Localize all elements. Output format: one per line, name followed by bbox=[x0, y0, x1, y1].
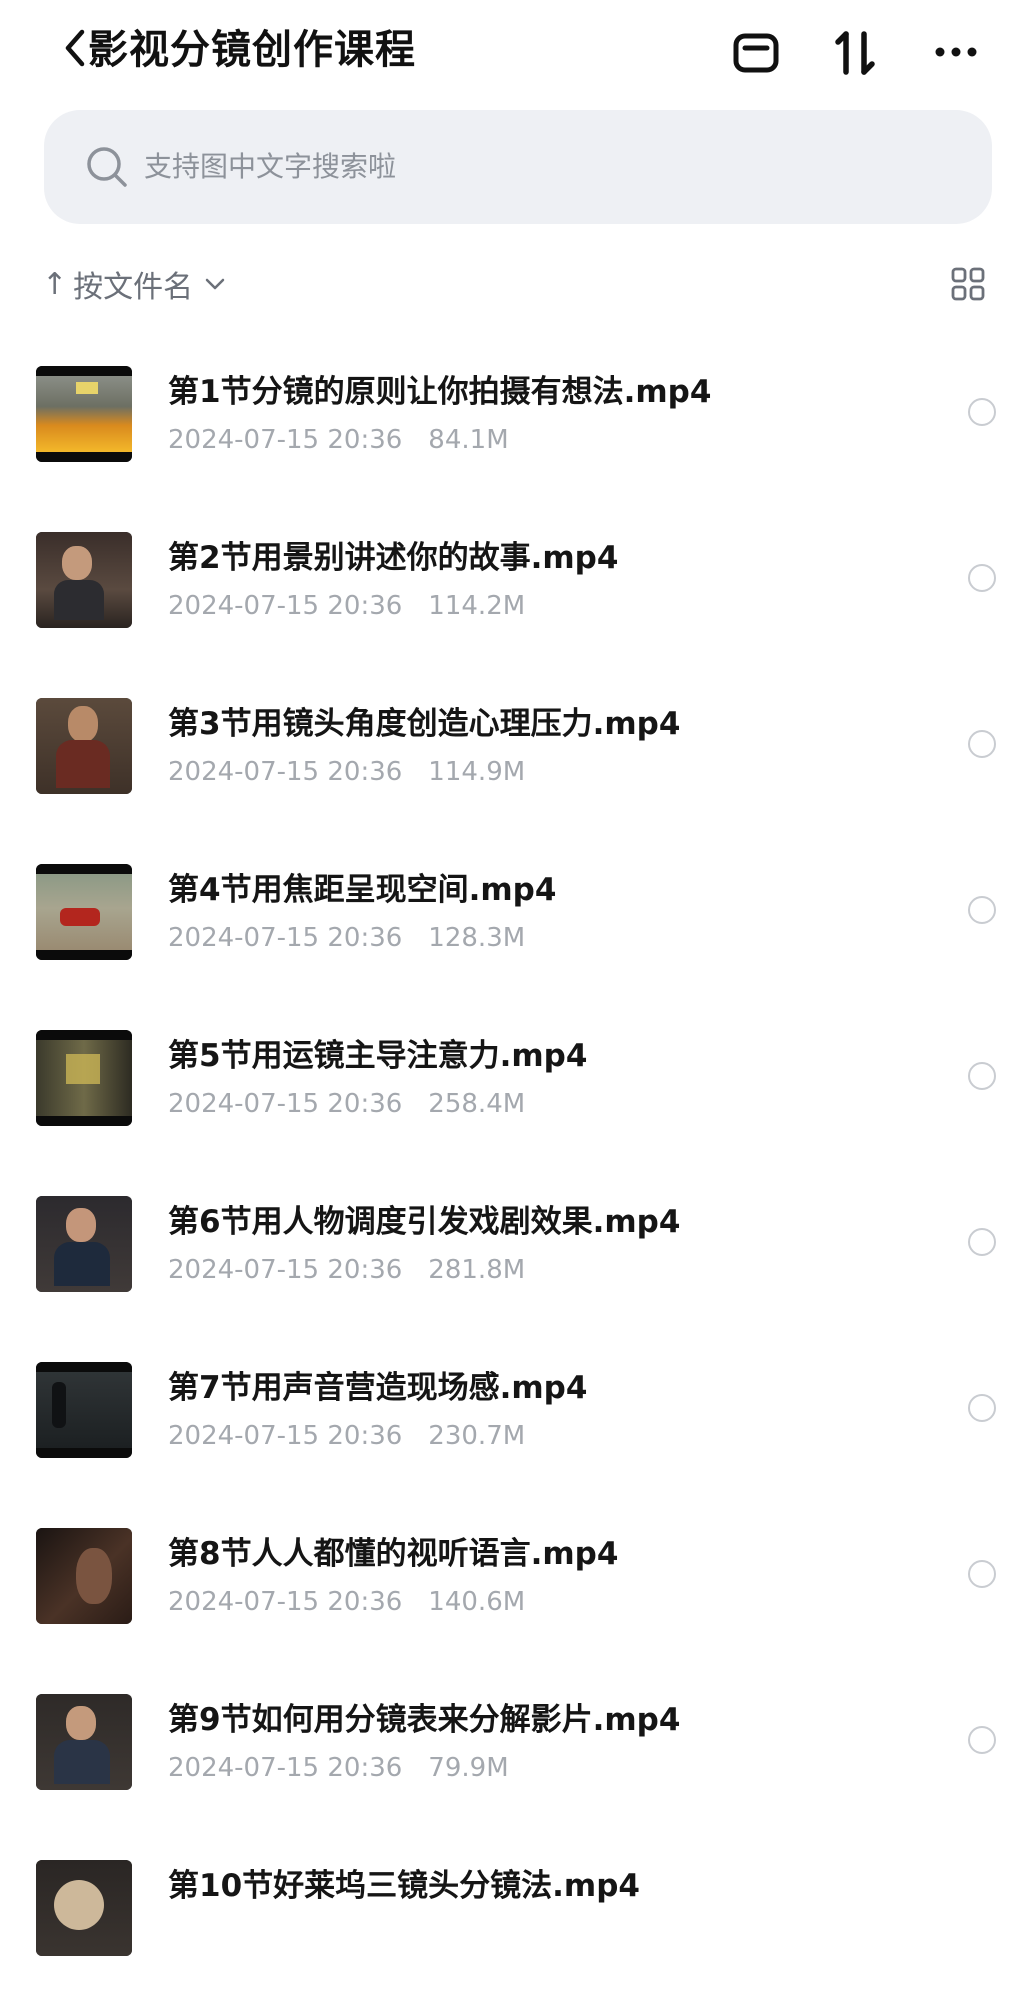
sort-direction-arrow: ↑ bbox=[42, 266, 68, 302]
multi-select-icon[interactable] bbox=[730, 26, 782, 78]
video-thumbnail bbox=[36, 864, 132, 960]
file-row[interactable]: 第10节好莱坞三镜头分镜法.mp4 bbox=[0, 1834, 1036, 2000]
file-meta: 2024-07-15 20:36 258.4M bbox=[168, 1086, 525, 1122]
file-name: 第3节用镜头角度创造心理压力.mp4 bbox=[168, 706, 681, 742]
select-checkbox[interactable] bbox=[968, 1726, 996, 1754]
file-size: 140.6M bbox=[428, 1587, 526, 1617]
file-meta: 2024-07-15 20:36 281.8M bbox=[168, 1252, 525, 1288]
chevron-down-icon bbox=[205, 278, 225, 290]
video-thumbnail bbox=[36, 532, 132, 628]
file-row[interactable]: 第9节如何用分镜表来分解影片.mp4 2024-07-15 20:36 79.9M bbox=[0, 1668, 1036, 1834]
file-size: 84.1M bbox=[428, 425, 509, 455]
back-arrow-icon[interactable] bbox=[60, 26, 90, 70]
file-date: 2024-07-15 20:36 bbox=[168, 425, 403, 455]
file-size: 79.9M bbox=[428, 1753, 509, 1783]
select-checkbox[interactable] bbox=[968, 398, 996, 426]
file-date: 2024-07-15 20:36 bbox=[168, 1089, 403, 1119]
file-name: 第9节如何用分镜表来分解影片.mp4 bbox=[168, 1702, 681, 1738]
file-row[interactable]: 第7节用声音营造现场感.mp4 2024-07-15 20:36 230.7M bbox=[0, 1336, 1036, 1502]
search-input[interactable]: 支持图中文字搜索啦 bbox=[44, 110, 992, 224]
select-checkbox[interactable] bbox=[968, 1560, 996, 1588]
file-meta: 2024-07-15 20:36 79.9M bbox=[168, 1750, 509, 1786]
file-size: 114.9M bbox=[428, 757, 526, 787]
file-size: 230.7M bbox=[428, 1421, 526, 1451]
file-meta: 2024-07-15 20:36 230.7M bbox=[168, 1418, 525, 1454]
select-checkbox[interactable] bbox=[968, 564, 996, 592]
video-thumbnail bbox=[36, 698, 132, 794]
select-checkbox[interactable] bbox=[968, 730, 996, 758]
sort-by-filename-dropdown[interactable]: ↑ 按文件名 bbox=[42, 252, 227, 316]
file-name: 第7节用声音营造现场感.mp4 bbox=[168, 1370, 588, 1406]
file-row[interactable]: 第6节用人物调度引发戏剧效果.mp4 2024-07-15 20:36 281.8… bbox=[0, 1170, 1036, 1336]
file-name: 第4节用焦距呈现空间.mp4 bbox=[168, 872, 557, 908]
search-placeholder: 支持图中文字搜索啦 bbox=[144, 150, 397, 183]
file-row[interactable]: 第8节人人都懂的视听语言.mp4 2024-07-15 20:36 140.6M bbox=[0, 1502, 1036, 1668]
file-meta: 2024-07-15 20:36 84.1M bbox=[168, 422, 509, 458]
file-date: 2024-07-15 20:36 bbox=[168, 757, 403, 787]
file-meta: 2024-07-15 20:36 128.3M bbox=[168, 920, 525, 956]
more-options-icon[interactable] bbox=[930, 26, 982, 78]
video-thumbnail bbox=[36, 1030, 132, 1126]
file-row[interactable]: 第4节用焦距呈现空间.mp4 2024-07-15 20:36 128.3M bbox=[0, 838, 1036, 1004]
sort-label: 按文件名 bbox=[73, 270, 194, 305]
file-row[interactable]: 第2节用景别讲述你的故事.mp4 2024-07-15 20:36 114.2M bbox=[0, 506, 1036, 672]
file-meta: 2024-07-15 20:36 114.9M bbox=[168, 754, 525, 790]
video-thumbnail bbox=[36, 1860, 132, 1956]
video-thumbnail bbox=[36, 1196, 132, 1292]
select-checkbox[interactable] bbox=[968, 1062, 996, 1090]
select-checkbox[interactable] bbox=[968, 1228, 996, 1256]
video-thumbnail bbox=[36, 1528, 132, 1624]
file-meta: 2024-07-15 20:36 114.2M bbox=[168, 588, 525, 624]
page-title: 影视分镜创作课程 bbox=[88, 27, 416, 73]
file-date: 2024-07-15 20:36 bbox=[168, 1753, 403, 1783]
file-name: 第5节用运镜主导注意力.mp4 bbox=[168, 1038, 588, 1074]
file-name: 第2节用景别讲述你的故事.mp4 bbox=[168, 540, 619, 576]
file-row[interactable]: 第1节分镜的原则让你拍摄有想法.mp4 2024-07-15 20:36 84.1… bbox=[0, 340, 1036, 506]
file-date: 2024-07-15 20:36 bbox=[168, 1587, 403, 1617]
file-size: 128.3M bbox=[428, 923, 526, 953]
video-thumbnail bbox=[36, 1694, 132, 1790]
file-date: 2024-07-15 20:36 bbox=[168, 591, 403, 621]
search-icon bbox=[87, 147, 127, 187]
sort-row: ↑ 按文件名 bbox=[0, 252, 1036, 316]
file-size: 114.2M bbox=[428, 591, 526, 621]
video-thumbnail bbox=[36, 366, 132, 462]
sort-toggle-icon[interactable] bbox=[830, 26, 882, 78]
file-name: 第6节用人物调度引发戏剧效果.mp4 bbox=[168, 1204, 681, 1240]
file-name: 第8节人人都懂的视听语言.mp4 bbox=[168, 1536, 619, 1572]
file-row[interactable]: 第5节用运镜主导注意力.mp4 2024-07-15 20:36 258.4M bbox=[0, 1004, 1036, 1170]
file-name: 第1节分镜的原则让你拍摄有想法.mp4 bbox=[168, 374, 712, 410]
file-date: 2024-07-15 20:36 bbox=[168, 1421, 403, 1451]
select-checkbox[interactable] bbox=[968, 896, 996, 924]
file-meta: 2024-07-15 20:36 140.6M bbox=[168, 1584, 525, 1620]
video-thumbnail bbox=[36, 1362, 132, 1458]
file-row[interactable]: 第3节用镜头角度创造心理压力.mp4 2024-07-15 20:36 114.9… bbox=[0, 672, 1036, 838]
grid-view-icon[interactable] bbox=[950, 266, 986, 302]
file-date: 2024-07-15 20:36 bbox=[168, 923, 403, 953]
file-size: 281.8M bbox=[428, 1255, 526, 1285]
file-date: 2024-07-15 20:36 bbox=[168, 1255, 403, 1285]
file-name: 第10节好莱坞三镜头分镜法.mp4 bbox=[168, 1868, 640, 1904]
file-size: 258.4M bbox=[428, 1089, 526, 1119]
select-checkbox[interactable] bbox=[968, 1394, 996, 1422]
top-bar: 影视分镜创作课程 bbox=[0, 0, 1036, 100]
